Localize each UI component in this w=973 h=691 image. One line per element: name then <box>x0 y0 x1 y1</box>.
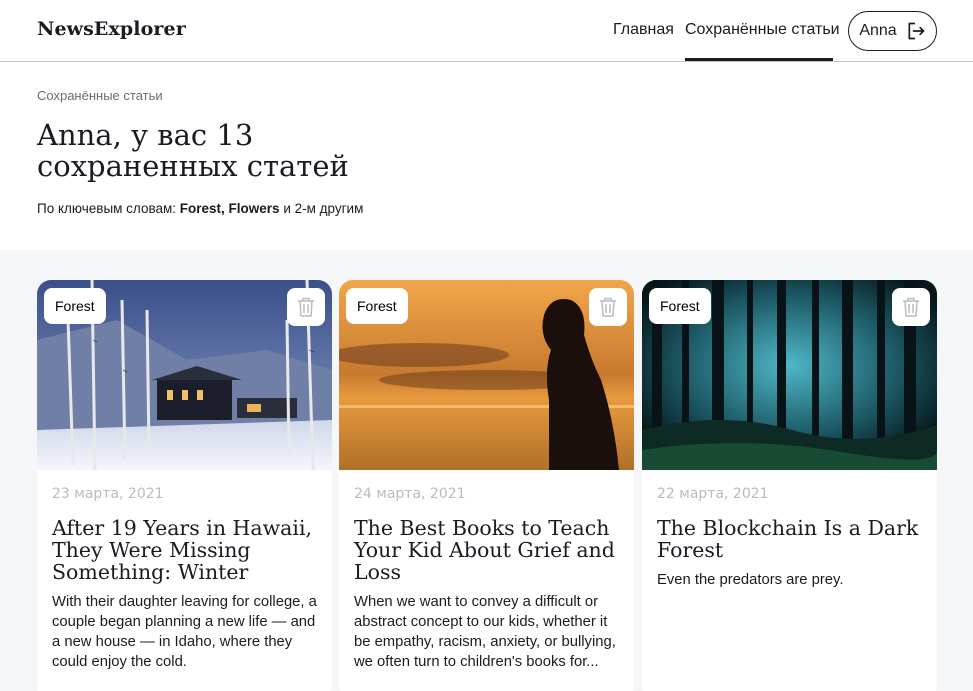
article-snippet: Even the predators are prey. <box>657 572 844 588</box>
page-title-line2: сохраненных статей <box>37 149 349 183</box>
delete-article-button[interactable] <box>287 288 325 326</box>
keyword-tag: Forest <box>649 288 711 324</box>
user-logout-button[interactable]: Anna <box>848 11 937 51</box>
keyword-tag: Forest <box>346 288 408 324</box>
article-title: The Best Books to Teach Your Kid About G… <box>354 516 615 584</box>
delete-article-button[interactable] <box>589 288 627 326</box>
article-date: 24 марта, 2021 <box>354 486 466 502</box>
article-card[interactable]: Forest 24 марта, 2021 The Best Books to … <box>339 280 634 691</box>
article-title: The Blockchain Is a Dark Forest <box>657 516 919 562</box>
nav-saved-articles-link[interactable]: Сохранённые статьи <box>685 21 840 62</box>
saved-articles-intro: Сохранённые статьи Anna, у вас 13 сохран… <box>0 62 973 250</box>
keywords-summary: По ключевым словам: Forest, Flowers и 2-… <box>37 201 363 216</box>
keyword-tag: Forest <box>44 288 106 324</box>
nav-home-link[interactable]: Главная <box>613 21 674 39</box>
logo[interactable]: NewsExplorer <box>37 18 186 40</box>
article-card[interactable]: Forest 22 марта, 2021 The Blockchain Is … <box>642 280 937 691</box>
delete-article-button[interactable] <box>892 288 930 326</box>
article-card[interactable]: Forest 23 марта, 2021 After 19 Years in … <box>37 280 332 691</box>
keywords-prefix: По ключевым словам: <box>37 201 180 216</box>
article-date: 22 марта, 2021 <box>657 486 769 502</box>
trash-icon <box>298 297 314 317</box>
keywords-suffix: и 2-м другим <box>279 201 364 216</box>
page-title: Anna, у вас 13 сохраненных статей <box>37 120 477 182</box>
trash-icon <box>600 297 616 317</box>
trash-icon <box>903 297 919 317</box>
article-snippet: When we want to convey a difficult or ab… <box>354 594 616 670</box>
active-nav-underline <box>685 58 833 61</box>
article-date: 23 марта, 2021 <box>52 486 164 502</box>
breadcrumb: Сохранённые статьи <box>37 88 163 103</box>
page-title-line1: Anna, у вас 13 <box>37 118 254 152</box>
article-snippet: With their daughter leaving for college,… <box>52 594 317 670</box>
site-header: NewsExplorer Главная Сохранённые статьи … <box>0 0 973 62</box>
logout-icon <box>908 22 925 40</box>
article-title: After 19 Years in Hawaii, They Were Miss… <box>52 516 313 584</box>
saved-articles-grid: Forest 23 марта, 2021 After 19 Years in … <box>0 250 973 691</box>
user-name: Anna <box>859 22 897 39</box>
keywords-list: Forest, Flowers <box>179 201 280 216</box>
